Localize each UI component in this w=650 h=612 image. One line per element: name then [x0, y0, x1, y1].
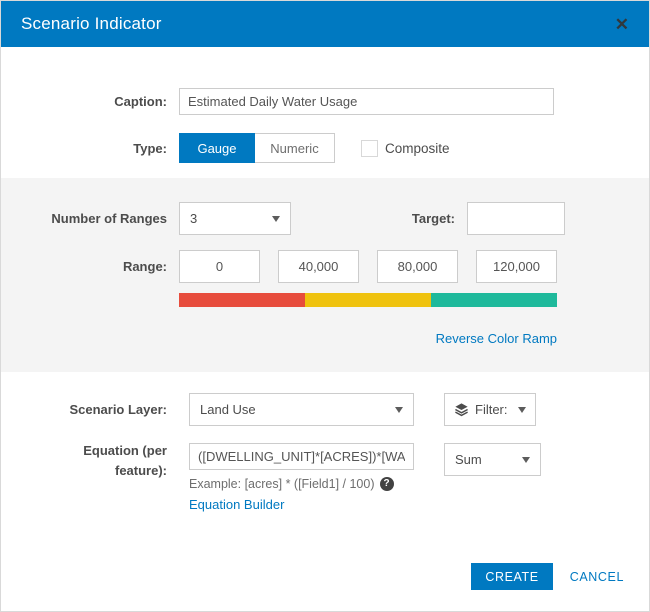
equation-builder-link[interactable]: Equation Builder — [189, 497, 284, 512]
scenario-layer-label: Scenario Layer: — [69, 402, 167, 417]
range-label: Range: — [122, 259, 167, 274]
number-of-ranges-value: 3 — [190, 211, 198, 226]
equation-example-text: Example: [acres] * ([Field1] / 100) — [189, 477, 375, 491]
caption-input[interactable] — [179, 88, 554, 115]
dialog-title: Scenario Indicator — [21, 14, 162, 33]
dialog-header: Scenario Indicator ✕ — [1, 1, 649, 47]
composite-checkbox[interactable] — [361, 139, 378, 157]
color-ramp-bar — [179, 293, 557, 307]
equation-label: Equation (per feature): — [83, 443, 167, 478]
equation-input[interactable] — [189, 443, 414, 470]
type-numeric-button[interactable]: Numeric — [255, 133, 335, 163]
reverse-color-ramp-row: Reverse Color Ramp — [179, 330, 557, 348]
equation-example-row: Example: [acres] * ([Field1] / 100) ? — [189, 477, 414, 491]
chevron-down-icon — [272, 215, 280, 222]
footer: CREATE CANCEL — [471, 563, 624, 590]
type-gauge-button[interactable]: Gauge — [179, 133, 255, 163]
chevron-down-icon — [522, 456, 530, 463]
caption-row: Caption: — [1, 88, 649, 115]
number-of-ranges-dropdown[interactable]: 3 — [179, 202, 291, 235]
type-row: Type: Gauge Numeric Composite — [1, 133, 649, 163]
number-of-ranges-row: Number of Ranges 3 Target: — [1, 202, 565, 235]
type-toggle-group: Gauge Numeric — [179, 133, 335, 163]
scenario-layer-dropdown[interactable]: Land Use — [189, 393, 414, 426]
ramp-segment-yellow — [305, 293, 431, 307]
range-input-4[interactable] — [476, 250, 557, 283]
chevron-down-icon — [395, 406, 403, 413]
equation-row: Equation (per feature): Example: [acres]… — [1, 443, 649, 514]
ranges-panel: Number of Ranges 3 Target: Range: Revers… — [1, 178, 649, 372]
target-label: Target: — [411, 211, 455, 226]
range-input-1[interactable] — [179, 250, 260, 283]
filter-label: Filter: — [475, 402, 508, 417]
close-icon[interactable]: ✕ — [615, 16, 629, 33]
layers-icon — [455, 403, 468, 417]
aggregation-value: Sum — [455, 452, 482, 467]
range-input-2[interactable] — [278, 250, 359, 283]
scenario-layer-value: Land Use — [200, 402, 256, 417]
aggregation-dropdown[interactable]: Sum — [444, 443, 541, 476]
target-group: Target: — [412, 202, 565, 235]
cancel-button[interactable]: CANCEL — [570, 570, 624, 584]
number-of-ranges-label: Number of Ranges — [51, 211, 167, 226]
ramp-segment-green — [431, 293, 557, 307]
help-icon[interactable]: ? — [379, 477, 394, 491]
reverse-color-ramp-link[interactable]: Reverse Color Ramp — [436, 331, 557, 346]
ramp-segment-red — [179, 293, 305, 307]
caption-label: Caption: — [114, 94, 167, 109]
type-label: Type: — [133, 140, 167, 156]
composite-label: Composite — [385, 140, 450, 156]
filter-dropdown-button[interactable]: Filter: — [444, 393, 536, 426]
equation-column: Example: [acres] * ([Field1] / 100) ? Eq… — [189, 443, 414, 514]
composite-checkbox-wrap[interactable]: Composite — [361, 139, 450, 157]
create-button[interactable]: CREATE — [471, 563, 553, 590]
target-input[interactable] — [467, 202, 565, 235]
range-row: Range: — [1, 250, 565, 283]
range-input-3[interactable] — [377, 250, 458, 283]
scenario-layer-row: Scenario Layer: Land Use Filter: — [1, 393, 649, 426]
chevron-down-icon — [518, 406, 526, 413]
